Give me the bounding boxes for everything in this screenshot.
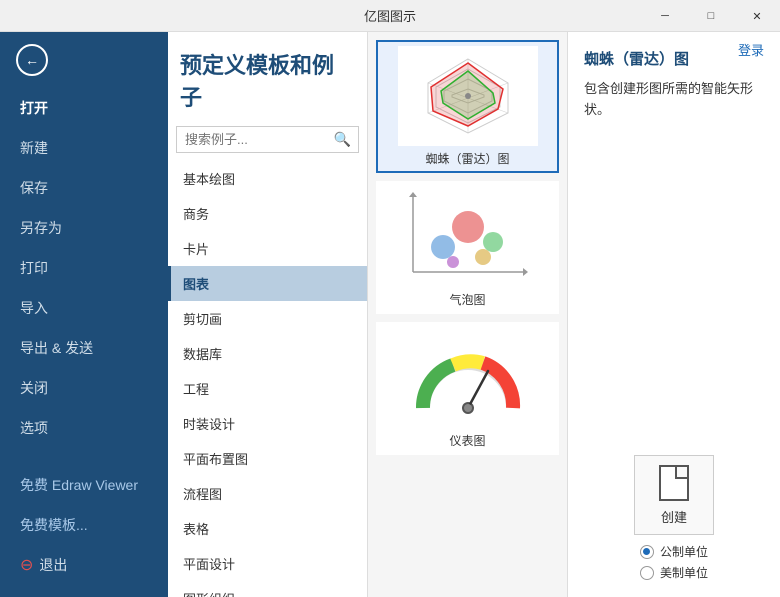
template-radar[interactable]: 蜘蛛（雷达）图 (376, 40, 559, 173)
sidebar-item-print[interactable]: 打印 (0, 248, 168, 288)
template-gauge[interactable]: 仪表图 (376, 322, 559, 455)
categories-list: 基本绘图 商务 卡片 图表 剪切画 数据库 工程 时装设计 (168, 161, 367, 597)
exit-icon: ⊖ (20, 555, 33, 575)
maximize-button[interactable]: □ (688, 0, 734, 32)
category-card[interactable]: 卡片 (168, 231, 367, 266)
gauge-thumb (398, 328, 538, 428)
category-clipart[interactable]: 剪切画 (168, 301, 367, 336)
gauge-chart-svg (403, 333, 533, 423)
search-bar: 🔍 (168, 122, 367, 161)
imperial-radio-circle (640, 566, 654, 580)
panel-title: 预定义模板和例子 (168, 32, 367, 122)
create-label: 创建 (661, 507, 687, 526)
category-database[interactable]: 数据库 (168, 336, 367, 371)
gauge-label: 仪表图 (449, 432, 485, 449)
back-icon: ← (25, 52, 39, 68)
main-container: ← 打开 新建 保存 另存为 打印 导入 导出 & 发送 关闭 选项 (0, 32, 780, 597)
sidebar-back: ← (0, 32, 168, 88)
sidebar-item-viewer[interactable]: 免费 Edraw Viewer (0, 465, 168, 505)
sidebar-item-template[interactable]: 免费模板... (0, 505, 168, 545)
sidebar-item-close[interactable]: 关闭 (0, 368, 168, 408)
templates-scroll[interactable]: 蜘蛛（雷达）图 (368, 32, 567, 597)
document-icon (659, 465, 689, 501)
login-link[interactable]: 登录 (738, 40, 764, 59)
sidebar-item-options[interactable]: 选项 (0, 408, 168, 448)
metric-radio-circle (640, 545, 654, 559)
info-description: 包含创建形图所需的智能矢形状。 (584, 79, 764, 121)
category-fashion[interactable]: 时装设计 (168, 406, 367, 441)
sidebar-bottom: 免费 Edraw Viewer 免费模板... ⊖ 退出 (0, 465, 168, 597)
category-flatdesign[interactable]: 平面设计 (168, 546, 367, 581)
metric-unit-option[interactable]: 公制单位 (640, 543, 708, 560)
template-bubble[interactable]: 气泡图 (376, 181, 559, 314)
titlebar: 亿图图示 ─ □ ✕ (0, 0, 780, 32)
sidebar-spacer (0, 448, 168, 465)
sidebar-item-import[interactable]: 导入 (0, 288, 168, 328)
sidebar-item-export[interactable]: 导出 & 发送 (0, 328, 168, 368)
search-input[interactable] (176, 126, 359, 153)
sidebar-item-exit[interactable]: ⊖ 退出 (0, 545, 168, 585)
category-flowchart[interactable]: 流程图 (168, 476, 367, 511)
sidebar-item-open[interactable]: 打开 (0, 88, 168, 128)
sidebar: ← 打开 新建 保存 另存为 打印 导入 导出 & 发送 关闭 选项 (0, 32, 168, 597)
bubble-label: 气泡图 (449, 291, 485, 308)
bubble-chart-svg (403, 192, 533, 282)
radar-thumb (398, 46, 538, 146)
info-panel: 登录 蜘蛛（雷达）图 包含创建形图所需的智能矢形状。 创建 公制单位 美制单位 (568, 32, 780, 597)
sidebar-item-saveas[interactable]: 另存为 (0, 208, 168, 248)
minimize-button[interactable]: ─ (642, 0, 688, 32)
category-infographic[interactable]: 图形组织 (168, 581, 367, 597)
category-table[interactable]: 表格 (168, 511, 367, 546)
categories-panel: 预定义模板和例子 🔍 基本绘图 商务 卡片 图表 剪切画 数据库 (168, 32, 368, 597)
imperial-unit-option[interactable]: 美制单位 (640, 564, 708, 581)
category-floorplan[interactable]: 平面布置图 (168, 441, 367, 476)
category-business[interactable]: 商务 (168, 196, 367, 231)
create-button[interactable]: 创建 (634, 455, 714, 535)
category-engineering[interactable]: 工程 (168, 371, 367, 406)
window-controls: ─ □ ✕ (642, 0, 780, 32)
info-spacer (584, 141, 764, 455)
category-chart[interactable]: 图表 (168, 266, 367, 301)
bubble-thumb (398, 187, 538, 287)
search-icon: 🔍 (334, 131, 351, 148)
unit-radio-group: 公制单位 美制单位 (640, 543, 708, 581)
app-title: 亿图图示 (364, 6, 416, 25)
sidebar-item-new[interactable]: 新建 (0, 128, 168, 168)
create-area: 创建 公制单位 美制单位 (584, 455, 764, 581)
radar-chart-svg (403, 51, 533, 141)
category-basic[interactable]: 基本绘图 (168, 161, 367, 196)
radar-label: 蜘蛛（雷达）图 (425, 150, 509, 167)
back-button[interactable]: ← (16, 44, 48, 76)
close-button[interactable]: ✕ (734, 0, 780, 32)
templates-panel: 蜘蛛（雷达）图 (368, 32, 568, 597)
sidebar-item-save[interactable]: 保存 (0, 168, 168, 208)
